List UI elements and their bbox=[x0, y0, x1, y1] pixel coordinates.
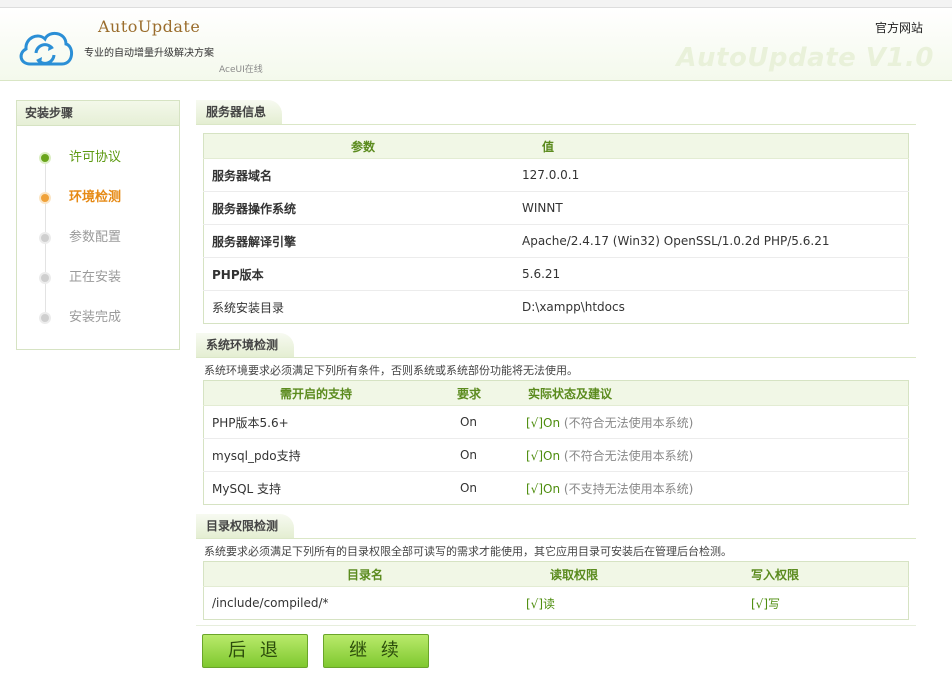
requirement-cell: On bbox=[428, 438, 510, 472]
status-cell: [√]On (不支持无法使用本系统) bbox=[510, 472, 909, 505]
version-watermark: AutoUpdate V1.0 bbox=[676, 43, 934, 73]
table-row: 服务器解译引擎 Apache/2.4.17 (Win32) OpenSSL/1.0… bbox=[203, 224, 909, 258]
main-content: 服务器信息 参数 值 服务器域名 127.0.0.1 服务器操作系统 WINNT 服… bbox=[196, 100, 916, 620]
table-row: 系统安装目录 D:\xampp\htdocs bbox=[204, 291, 909, 324]
env-check-table: 需开启的支持 要求 实际状态及建议 PHP版本5.6+ On [√]On (不符… bbox=[203, 380, 909, 505]
table-row: MySQL 支持 On [√]On (不支持无法使用本系统) bbox=[204, 472, 909, 505]
status-ok-text: [√]On bbox=[526, 448, 561, 463]
requirement-cell: On bbox=[428, 405, 510, 439]
step-dot-icon bbox=[39, 312, 51, 324]
step-dot-icon bbox=[39, 272, 51, 284]
step-config: 参数配置 bbox=[17, 221, 177, 261]
table-row: 服务器操作系统 WINNT bbox=[203, 191, 909, 225]
step-installing: 正在安装 bbox=[17, 261, 177, 301]
dir-permission-section-header: 目录权限检测 bbox=[196, 514, 916, 539]
column-header: 需开启的支持 bbox=[203, 380, 428, 406]
env-check-description: 系统环境要求必须满足下列所有条件，否则系统或系统部份功能将无法使用。 bbox=[204, 364, 578, 377]
value-cell: 127.0.0.1 bbox=[522, 158, 909, 192]
server-info-table: 参数 值 服务器域名 127.0.0.1 服务器操作系统 WINNT 服务器解译引擎… bbox=[203, 133, 909, 324]
section-title: 系统环境检测 bbox=[196, 333, 295, 357]
param-cell: 服务器解译引擎 bbox=[203, 224, 522, 258]
param-cell: 服务器操作系统 bbox=[203, 191, 522, 225]
table-row: /include/compiled/* [√]读 [√]写 bbox=[204, 587, 909, 620]
write-permission-cell: [√]写 bbox=[751, 587, 909, 620]
read-permission-cell: [√]读 bbox=[526, 587, 751, 620]
table-row: PHP版本 5.6.21 bbox=[203, 257, 909, 291]
column-header: 要求 bbox=[428, 380, 510, 406]
value-cell: Apache/2.4.17 (Win32) OpenSSL/1.0.2d PHP… bbox=[522, 224, 909, 258]
column-header: 实际状态及建议 bbox=[510, 380, 909, 406]
status-hint-text: (不符合无法使用本系统) bbox=[563, 415, 694, 430]
support-name-cell: PHP版本5.6+ bbox=[203, 405, 428, 439]
cloud-sync-logo-icon bbox=[19, 31, 73, 66]
column-header: 值 bbox=[522, 133, 909, 159]
column-header: 参数 bbox=[203, 133, 522, 159]
step-label: 环境检测 bbox=[69, 190, 122, 205]
page-header: AutoUpdate 专业的自动增量升级解决方案 AceUI在线 官方网站 Au… bbox=[0, 8, 952, 81]
param-cell: 系统安装目录 bbox=[212, 300, 285, 315]
install-steps-sidebar: 安装步骤 许可协议 环境检测 参数配置 正在安装 安装完成 bbox=[16, 100, 180, 350]
footer-divider bbox=[196, 625, 916, 626]
param-cell: 服务器域名 bbox=[203, 158, 522, 192]
continue-button[interactable]: 继 续 bbox=[323, 634, 429, 668]
support-name-cell: MySQL 支持 bbox=[212, 481, 282, 496]
value-cell: WINNT bbox=[522, 191, 909, 225]
app-name: AutoUpdate bbox=[98, 17, 201, 36]
table-header-row: 目录名 读取权限 写入权限 bbox=[203, 561, 909, 587]
step-license: 许可协议 bbox=[17, 141, 177, 181]
step-complete: 安装完成 bbox=[17, 301, 177, 341]
write-ok-text: [√]写 bbox=[751, 596, 781, 611]
dir-permission-table: 目录名 读取权限 写入权限 /include/compiled/* [√]读 [… bbox=[203, 561, 909, 620]
sidebar-title: 安装步骤 bbox=[17, 101, 179, 126]
env-check-section-header: 系统环境检测 bbox=[196, 333, 916, 358]
step-label: 正在安装 bbox=[69, 270, 122, 285]
section-title: 服务器信息 bbox=[196, 100, 283, 124]
section-title: 目录权限检测 bbox=[196, 514, 295, 538]
app-subtitle: AceUI在线 bbox=[219, 65, 263, 75]
status-hint-text: (不符合无法使用本系统) bbox=[563, 448, 694, 463]
step-label: 安装完成 bbox=[69, 310, 122, 325]
status-hint-text: (不支持无法使用本系统) bbox=[563, 481, 694, 496]
status-ok-text: [√]On bbox=[526, 481, 561, 496]
official-site-link[interactable]: 官方网站 bbox=[875, 19, 923, 36]
table-header-row: 参数 值 bbox=[203, 133, 909, 159]
table-header-row: 需开启的支持 要求 实际状态及建议 bbox=[203, 380, 909, 406]
server-info-section-header: 服务器信息 bbox=[196, 100, 916, 125]
step-label: 参数配置 bbox=[69, 230, 122, 245]
value-cell: D:\xampp\htdocs bbox=[522, 300, 625, 314]
column-header: 写入权限 bbox=[751, 561, 909, 587]
param-cell: PHP版本 bbox=[203, 257, 522, 291]
status-cell: [√]On (不符合无法使用本系统) bbox=[510, 405, 909, 439]
table-row: PHP版本5.6+ On [√]On (不符合无法使用本系统) bbox=[203, 405, 909, 439]
step-dot-icon bbox=[39, 192, 51, 204]
column-header: 目录名 bbox=[203, 561, 526, 587]
dir-permission-description: 系统要求必须满足下列所有的目录权限全部可读写的需求才能使用，其它应用目录可安装后… bbox=[204, 545, 732, 558]
browser-top-strip bbox=[0, 0, 952, 8]
value-cell: 5.6.21 bbox=[522, 257, 909, 291]
table-row: 服务器域名 127.0.0.1 bbox=[203, 158, 909, 192]
back-button[interactable]: 后 退 bbox=[202, 634, 308, 668]
app-slogan: 专业的自动增量升级解决方案 bbox=[84, 48, 214, 59]
dir-name-cell: /include/compiled/* bbox=[212, 596, 329, 610]
status-ok-text: [√]On bbox=[526, 415, 561, 430]
status-cell: [√]On (不符合无法使用本系统) bbox=[510, 438, 909, 472]
step-env-check: 环境检测 bbox=[17, 181, 177, 221]
read-ok-text: [√]读 bbox=[526, 596, 556, 611]
table-row: mysql_pdo支持 On [√]On (不符合无法使用本系统) bbox=[203, 438, 909, 472]
support-name-cell: mysql_pdo支持 bbox=[203, 438, 428, 472]
requirement-cell: On bbox=[459, 481, 478, 495]
step-dot-icon bbox=[39, 232, 51, 244]
column-header: 读取权限 bbox=[526, 561, 751, 587]
step-label: 许可协议 bbox=[69, 150, 122, 165]
step-dot-icon bbox=[39, 152, 51, 164]
